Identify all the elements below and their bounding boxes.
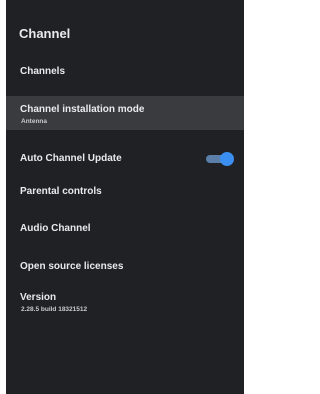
menu-item-channels[interactable]: Channels: [6, 66, 244, 84]
channel-settings-panel: Channel Channels Channel installation mo…: [6, 0, 244, 394]
version-number: 2.28.5 build 18321512: [21, 306, 88, 313]
menu-item-label: Version: [20, 292, 57, 303]
menu-item-audio-channel[interactable]: Audio Channel: [6, 223, 244, 241]
menu-item-label: Parental controls: [20, 186, 102, 197]
menu-item-parental-controls[interactable]: Parental controls: [6, 186, 244, 204]
auto-channel-update-toggle[interactable]: [206, 152, 234, 166]
menu-item-open-source-licenses[interactable]: Open source licenses: [6, 261, 244, 279]
menu-item-label: Channel installation mode: [20, 104, 145, 115]
panel-title: Channel: [19, 26, 71, 41]
menu-item-label: Open source licenses: [20, 261, 124, 272]
toggle-knob: [220, 152, 234, 166]
menu-item-auto-channel-update[interactable]: Auto Channel Update: [6, 150, 244, 168]
menu-item-label: Channels: [20, 66, 66, 77]
menu-item-version[interactable]: Version 2.28.5 build 18321512: [6, 292, 244, 322]
menu-item-value: Antenna: [21, 118, 47, 125]
menu-item-channel-installation-mode[interactable]: Channel installation mode Antenna: [6, 96, 244, 130]
menu-item-label: Auto Channel Update: [20, 153, 122, 164]
menu-item-label: Audio Channel: [20, 223, 91, 234]
